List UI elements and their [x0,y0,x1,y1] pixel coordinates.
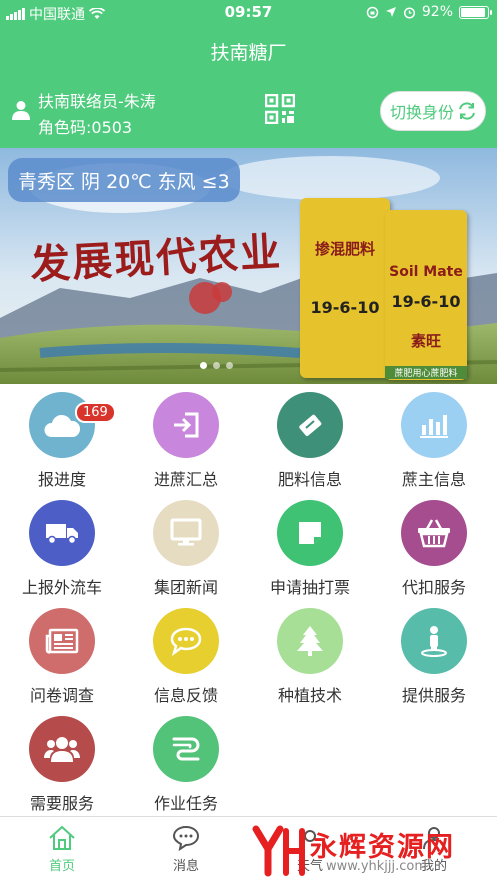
grid-item-label: 报进度 [37,470,86,489]
qr-code-icon[interactable] [265,94,295,124]
grid-item-label: 需要服务 [29,794,94,813]
battery-fill [461,7,485,17]
bag-right-brand: Soil Mate [389,264,463,280]
grid-icon-circle [153,500,219,566]
grid-item-label: 申请抽打票 [269,578,350,597]
grid-item-label: 提供服务 [401,686,466,705]
grid-icon-circle [277,500,343,566]
bag-bottom-strip: 蔗肥用心蔗肥料 [385,366,467,379]
switch-identity-label: 切换身份 [390,103,455,122]
banner-pagination[interactable] [200,362,233,369]
tab-label: 首页 [48,859,75,874]
grid-item-deduction-service[interactable]: 代扣服务 [372,496,496,604]
grid-item-cane-summary[interactable]: 进蔗汇总 [124,388,248,496]
grid-item-label: 信息反馈 [153,686,218,705]
truck-icon [46,524,78,545]
grid-item-label: 代扣服务 [401,578,466,597]
monitor-icon [170,518,202,546]
bag-right-brand-cn: 素旺 [410,332,441,350]
home-icon [49,825,75,850]
grid-item-grower-info[interactable]: 蔗主信息 [372,388,496,496]
newspaper-icon [45,628,79,654]
grid-item-label: 集团新闻 [153,578,218,597]
tab-messages[interactable]: 消息 [124,817,248,883]
person-pin-icon [421,626,447,657]
grid-item-feedback[interactable]: 信息反馈 [124,604,248,712]
tab-home[interactable]: 首页 [0,817,124,883]
grid-icon-circle [29,500,95,566]
grid-icon-circle [29,608,95,674]
grid-item-label: 种植技术 [277,686,342,705]
grid-item-apply-ticket[interactable]: 申请抽打票 [248,496,372,604]
grid-item-label: 进蔗汇总 [153,470,218,489]
grid-item-need-service[interactable]: 需要服务 [0,712,124,820]
grid-item-group-news[interactable]: 集团新闻 [124,496,248,604]
grid-item-label: 作业任务 [153,794,218,813]
location-icon [385,7,396,17]
promo-banner[interactable]: 青秀区 阴 20℃ 东风 ≤3 发展现代农业 掺混肥料 19-6-10 Soil… [0,148,497,384]
pagination-dot[interactable] [213,362,220,369]
watermark-url: www.yhkjjj.com [326,859,428,874]
pagination-dot[interactable] [226,362,233,369]
pagination-dot[interactable] [200,362,207,369]
ticket-icon [299,414,322,436]
route-icon [172,737,200,761]
login-icon [174,412,199,438]
chat-bubble-icon [170,627,202,656]
battery-percent: 92% [421,4,453,20]
watermark: 永辉资源网 www.yhkjjj.com [248,821,497,881]
page-title: 扶南糖厂 [210,42,287,64]
grid-item-fertilizer-info[interactable]: 肥料信息 [248,388,372,496]
group-icon [44,737,80,762]
grid-item-report-truck[interactable]: 上报外流车 [0,496,124,604]
switch-identity-button[interactable]: 切换身份 [380,91,486,131]
grid-icon-circle [29,716,95,782]
fertilizer-bag-left: 掺混肥料 19-6-10 [300,198,390,378]
bag-left-title: 掺混肥料 [314,240,375,258]
status-right: 92% [366,4,492,20]
status-bar: 中国联通 09:57 92% [0,0,497,26]
grid-icon-circle [277,608,343,674]
grid-item-survey[interactable]: 问卷调查 [0,604,124,712]
rotation-lock-icon [366,6,379,18]
grid-icon-circle [153,716,219,782]
weather-chip[interactable]: 青秀区 阴 20℃ 东风 ≤3 [8,158,240,202]
tab-label: 消息 [172,859,199,874]
user-icon [12,101,30,120]
refresh-icon [459,102,475,120]
notification-badge: 169 [75,402,116,423]
grid-item-label: 问卷调查 [29,686,94,705]
grid-icon-circle [401,392,467,458]
note-icon [299,522,321,544]
grid-item-provide-service[interactable]: 提供服务 [372,604,496,712]
alarm-icon [403,6,415,19]
fertilizer-bag-right: Soil Mate 19-6-10 素旺 [385,210,467,380]
app-header: 中国联通 09:57 92% 扶南糖厂 扶南联络员-朱涛 角色码:0503 切换… [0,0,497,148]
basket-icon [418,519,450,548]
grid-icon-circle [401,608,467,674]
grid-item-label: 蔗主信息 [401,470,466,489]
bar-chart-icon [420,415,448,438]
battery-icon [459,5,492,19]
grid-item-planting-tech[interactable]: 种植技术 [248,604,372,712]
grid-item-progress[interactable]: 169 报进度 [0,388,124,496]
user-name: 扶南联络员-朱涛 [38,92,156,111]
grid-item-label: 肥料信息 [277,470,342,489]
watermark-logo [252,825,305,877]
grid-icon-circle [153,392,219,458]
grid-item-work-task[interactable]: 作业任务 [124,712,248,820]
grid-icon-circle: 169 [29,392,116,458]
bag-right-formula: 19-6-10 [391,292,461,311]
tree-icon [297,626,323,656]
grid-icon-circle [153,608,219,674]
message-icon [172,825,200,851]
bag-left-formula: 19-6-10 [310,298,380,317]
grid-icon-circle [401,500,467,566]
grid-item-label: 上报外流车 [21,578,102,597]
role-code: 角色码:0503 [38,118,133,137]
grid-icon-circle [277,392,343,458]
